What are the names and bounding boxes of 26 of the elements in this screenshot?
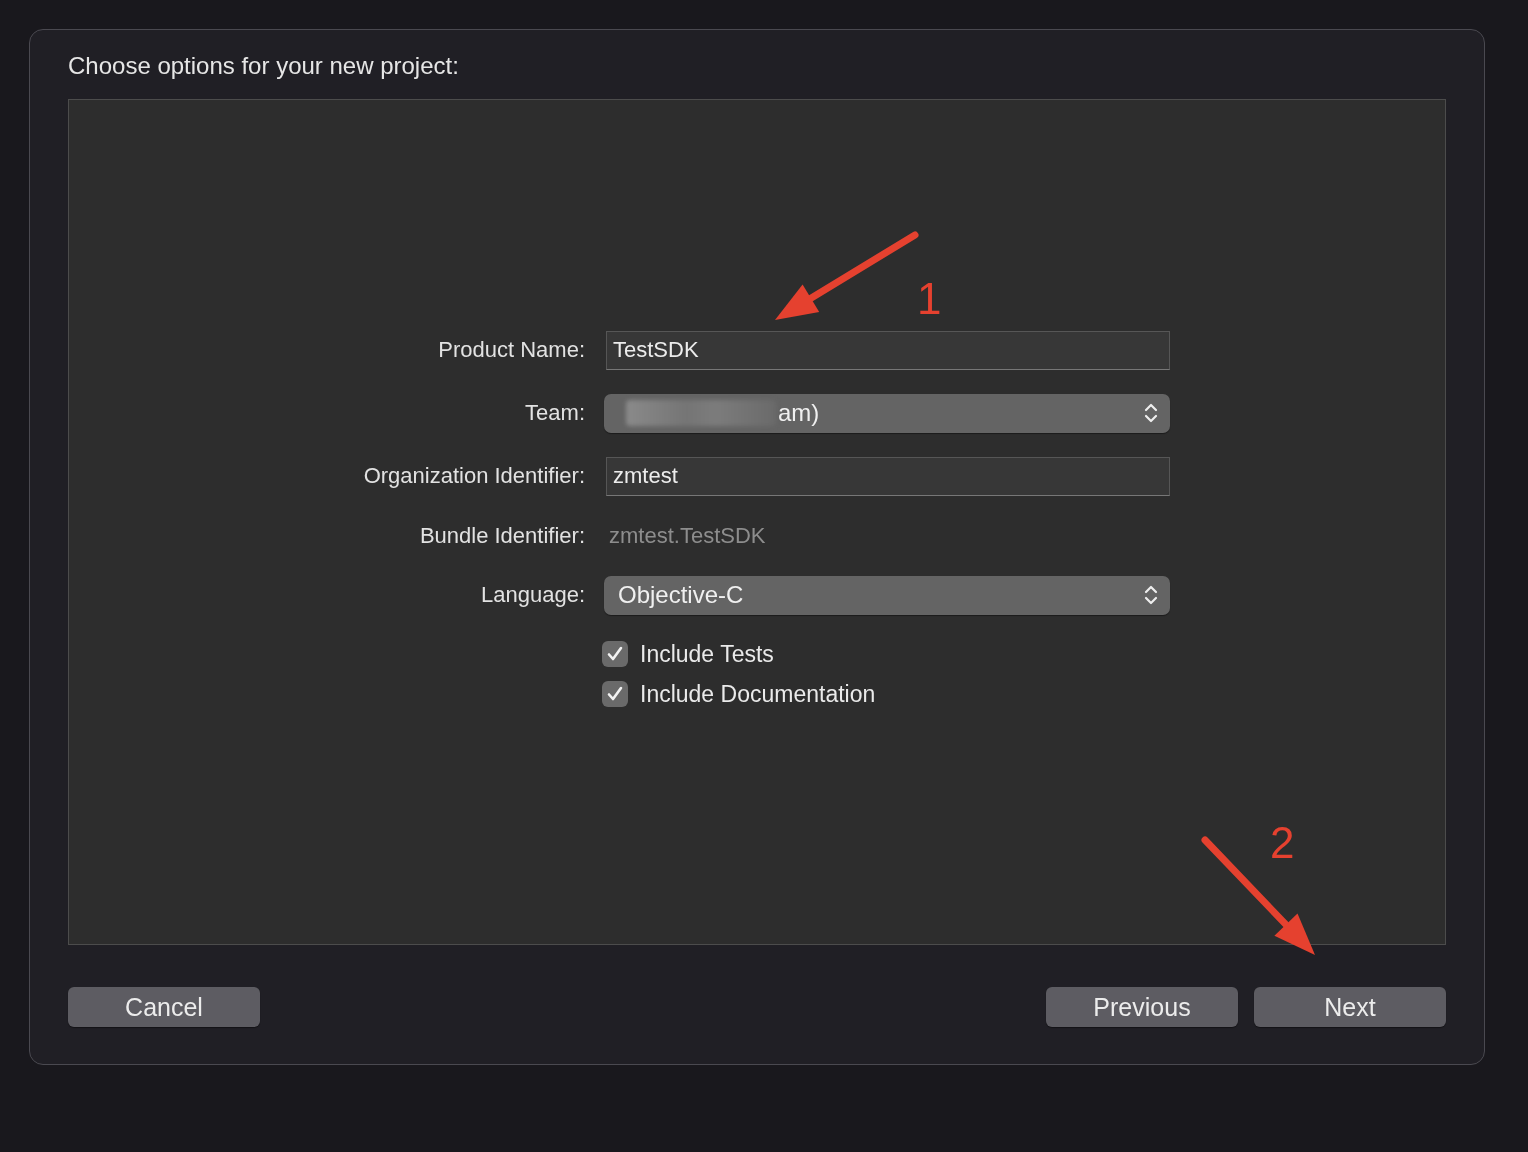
field-label: Product Name: (438, 337, 585, 363)
chevron-updown-icon (1144, 584, 1158, 606)
popup-button[interactable]: Objective-C (604, 575, 1170, 615)
popup-button[interactable]: am) (604, 393, 1170, 433)
checkbox-label: Include Tests (640, 640, 774, 668)
text-field[interactable]: zmtest (606, 456, 1170, 496)
chevron-updown-icon (1144, 402, 1158, 424)
field-label: Organization Identifier: (363, 463, 585, 489)
text-field[interactable]: TestSDK (606, 330, 1170, 370)
checkbox[interactable] (602, 681, 628, 707)
field-label: Language: (481, 582, 585, 608)
checkmark-icon (606, 685, 624, 703)
checkmark-icon (606, 645, 624, 663)
field-label: Team: (525, 400, 585, 426)
annotation-number: 1 (917, 274, 942, 324)
field-value: zmtest.TestSDK (608, 523, 766, 549)
checkbox[interactable] (602, 641, 628, 667)
annotation-number: 2 (1270, 818, 1295, 868)
popup-value: am) (778, 399, 820, 427)
field-label: Bundle Identifier: (419, 523, 585, 549)
dialog-title: Choose options for your new project: (68, 51, 459, 78)
dialog-button[interactable]: Next (1254, 987, 1446, 1027)
dialog-button[interactable]: Previous (1046, 987, 1238, 1027)
dialog-button[interactable]: Cancel (68, 987, 260, 1027)
checkbox-label: Include Documentation (640, 680, 876, 708)
popup-value: Objective-C (618, 581, 744, 609)
